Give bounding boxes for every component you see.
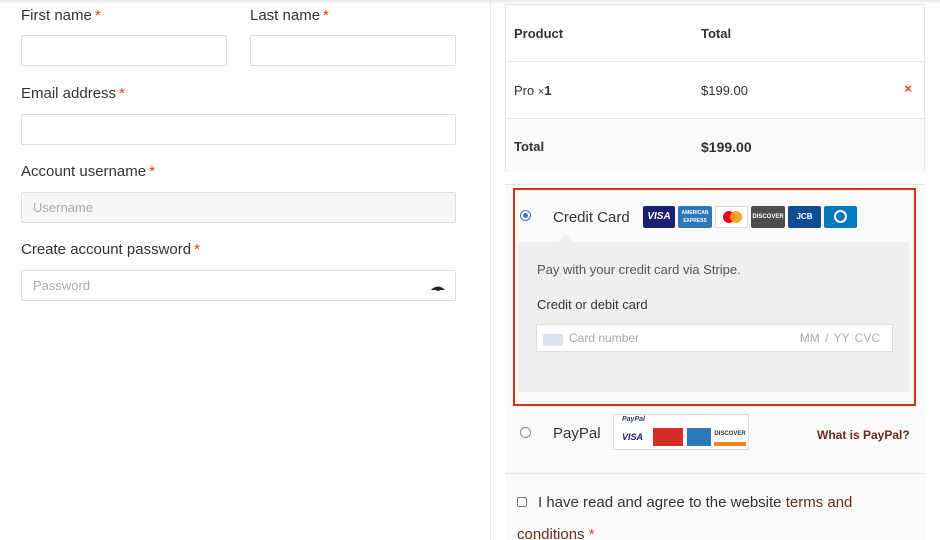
total-label: Total: [514, 139, 545, 154]
paypal-label: PayPal: [553, 425, 601, 442]
what-is-paypal-link[interactable]: What is PayPal?: [817, 428, 910, 442]
paypal-logo-icon: PayPal: [622, 416, 645, 423]
order-table: Product Total Pro ×1 $199.00 × Total $19…: [505, 4, 925, 172]
remove-item-icon[interactable]: ×: [904, 81, 912, 96]
email-field[interactable]: [21, 114, 456, 145]
item-name: Pro ×1: [514, 83, 552, 98]
paypal-radio[interactable]: [520, 427, 531, 438]
product-column-header: Product: [514, 26, 564, 41]
divider: [505, 473, 925, 474]
total-value: $199.00: [701, 139, 752, 155]
show-password-eye-icon[interactable]: [431, 285, 445, 291]
terms-link[interactable]: terms and: [786, 494, 853, 511]
paypal-acceptance-logo: PayPal VISA DISCOVER: [613, 414, 749, 450]
order-total-row: Total $199.00: [506, 119, 924, 172]
item-price: $199.00: [701, 83, 748, 98]
terms-checkbox[interactable]: [517, 497, 527, 507]
password-placeholder: Password: [33, 278, 91, 293]
first-name-label: First name *: [21, 7, 101, 24]
american-express-icon: [687, 428, 711, 446]
mastercard-icon: [653, 428, 683, 446]
password-field[interactable]: Password: [21, 270, 456, 301]
credit-card-highlight-box: [513, 188, 916, 406]
password-label: Create account password *: [21, 241, 200, 258]
order-table-header: Product Total: [506, 5, 924, 62]
table-row: Pro ×1 $199.00 ×: [506, 62, 924, 119]
username-field[interactable]: Username: [21, 192, 456, 223]
total-column-header: Total: [701, 26, 732, 41]
checkout-page: First name * Last name * Email address * Ac…: [0, 0, 940, 540]
username-placeholder: Username: [33, 200, 93, 215]
last-name-label: Last name *: [250, 7, 329, 24]
first-name-field[interactable]: [21, 35, 227, 66]
email-label: Email address *: [21, 85, 125, 102]
terms-text: I have read and agree to the website ter…: [538, 494, 853, 511]
username-label: Account username *: [21, 163, 155, 180]
visa-icon: VISA: [622, 428, 650, 446]
terms-link-continued[interactable]: conditions *: [517, 526, 595, 540]
discover-icon: DISCOVER: [714, 428, 746, 446]
last-name-field[interactable]: [250, 35, 456, 66]
